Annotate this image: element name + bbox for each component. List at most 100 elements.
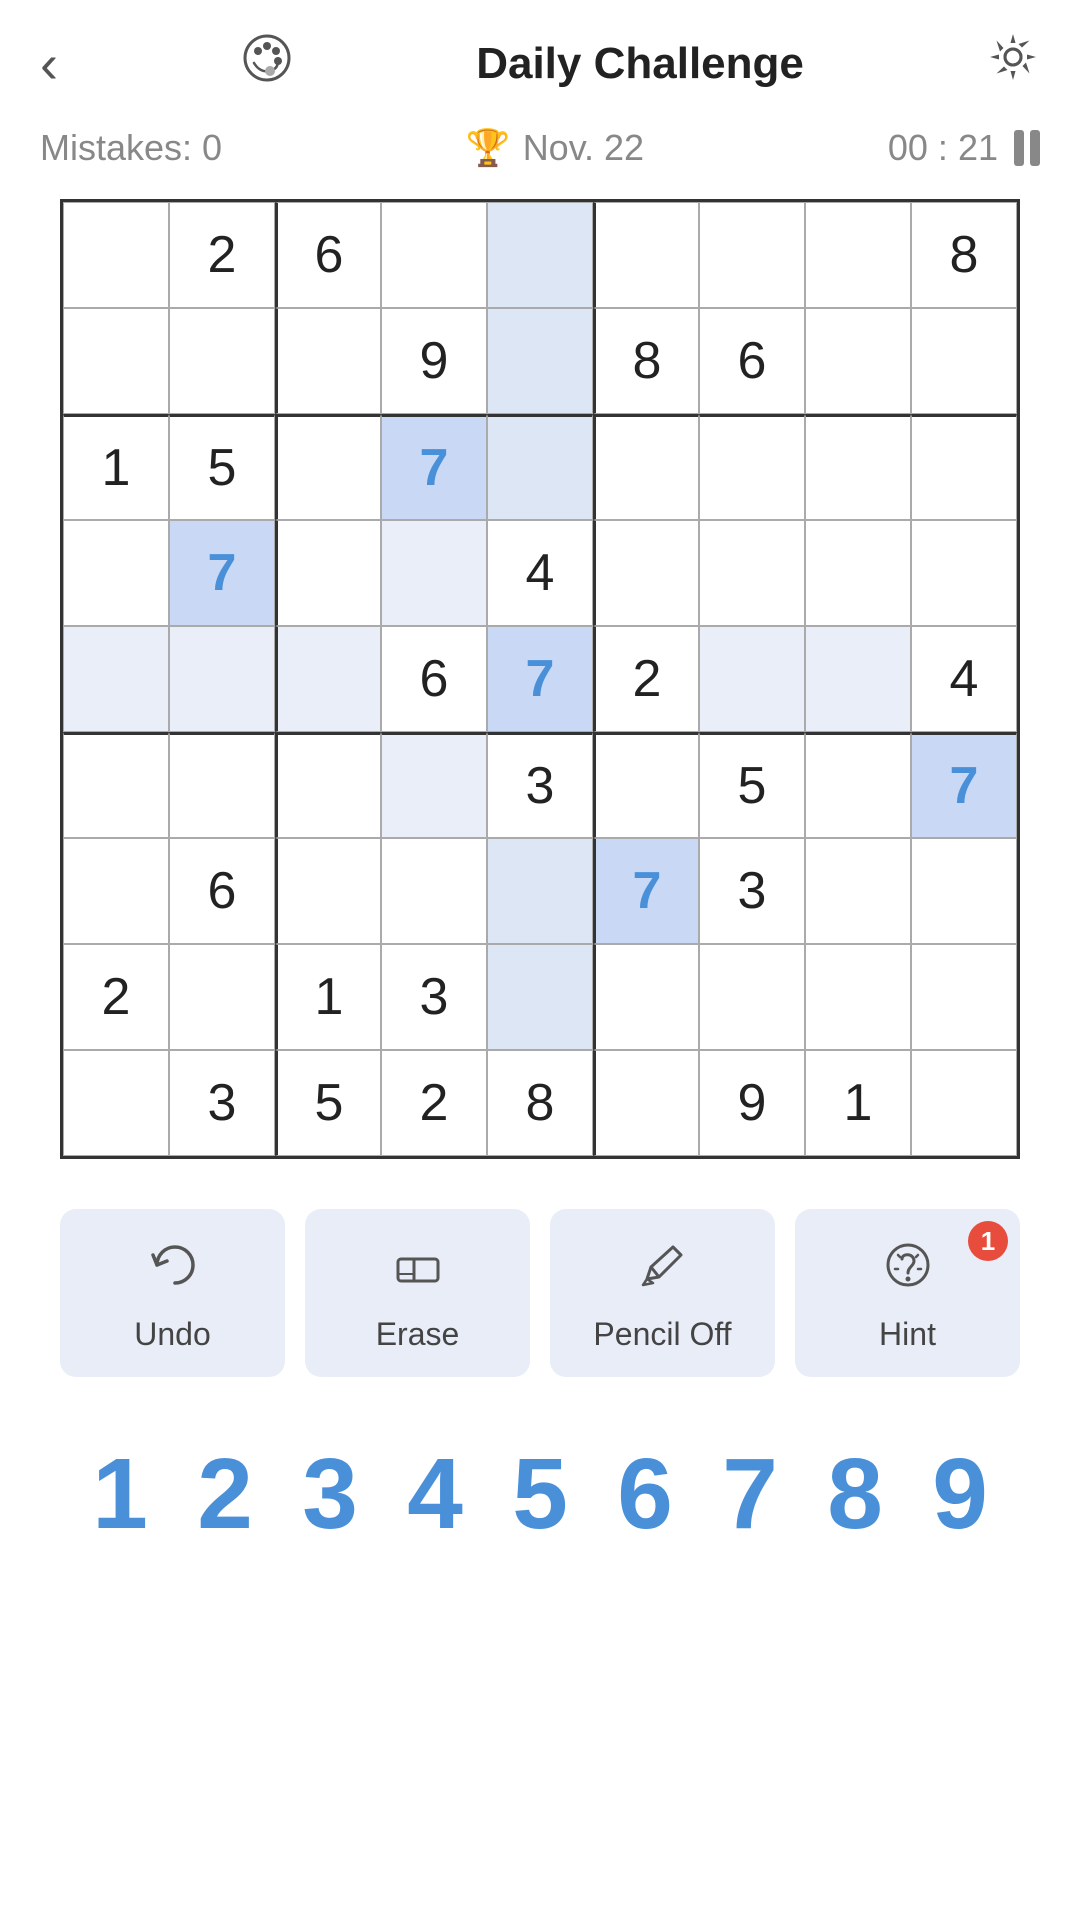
number-7-button[interactable]: 7 [700, 1437, 800, 1552]
cell[interactable] [487, 414, 593, 520]
cell[interactable] [381, 520, 487, 626]
cell[interactable] [593, 1050, 699, 1156]
cell[interactable] [911, 520, 1017, 626]
cell[interactable] [275, 838, 381, 944]
undo-button[interactable]: Undo [60, 1209, 285, 1377]
cell[interactable]: 9 [699, 1050, 805, 1156]
cell[interactable] [699, 414, 805, 520]
cell[interactable]: 6 [169, 838, 275, 944]
cell[interactable] [381, 202, 487, 308]
cell[interactable]: 9 [381, 308, 487, 414]
pause-button[interactable] [1014, 130, 1040, 166]
cell[interactable] [63, 626, 169, 732]
cell[interactable] [699, 202, 805, 308]
number-5-button[interactable]: 5 [490, 1437, 590, 1552]
cell[interactable] [275, 520, 381, 626]
date-label: Nov. 22 [523, 127, 644, 169]
cell[interactable] [381, 732, 487, 838]
cell[interactable] [63, 520, 169, 626]
cell[interactable] [487, 944, 593, 1050]
cell[interactable]: 6 [275, 202, 381, 308]
erase-button[interactable]: Erase [305, 1209, 530, 1377]
cell[interactable] [911, 308, 1017, 414]
cell[interactable]: 7 [487, 626, 593, 732]
cell[interactable] [169, 308, 275, 414]
cell[interactable]: 2 [169, 202, 275, 308]
cell[interactable] [63, 308, 169, 414]
cell[interactable] [487, 308, 593, 414]
cell[interactable]: 3 [699, 838, 805, 944]
cell[interactable] [275, 414, 381, 520]
cell[interactable] [63, 1050, 169, 1156]
cell[interactable] [805, 414, 911, 520]
cell[interactable]: 5 [169, 414, 275, 520]
number-1-button[interactable]: 1 [70, 1437, 170, 1552]
cell[interactable] [805, 308, 911, 414]
cell[interactable]: 8 [487, 1050, 593, 1156]
cell[interactable]: 7 [169, 520, 275, 626]
cell[interactable] [805, 520, 911, 626]
cell[interactable] [381, 838, 487, 944]
cell[interactable]: 7 [911, 732, 1017, 838]
cell[interactable]: 1 [805, 1050, 911, 1156]
cell[interactable] [805, 202, 911, 308]
cell[interactable] [593, 944, 699, 1050]
number-2-button[interactable]: 2 [175, 1437, 275, 1552]
back-button[interactable]: ‹ [40, 33, 58, 95]
cell[interactable]: 6 [381, 626, 487, 732]
cell[interactable]: 5 [275, 1050, 381, 1156]
cell[interactable] [699, 944, 805, 1050]
cell[interactable]: 7 [593, 838, 699, 944]
cell[interactable] [169, 944, 275, 1050]
pencil-button[interactable]: Pencil Off [550, 1209, 775, 1377]
cell[interactable]: 7 [381, 414, 487, 520]
settings-icon[interactable] [986, 30, 1040, 97]
palette-icon[interactable] [240, 31, 294, 97]
cell[interactable] [593, 414, 699, 520]
cell[interactable]: 6 [699, 308, 805, 414]
cell[interactable] [699, 520, 805, 626]
hint-button[interactable]: 1 Hint [795, 1209, 1020, 1377]
cell[interactable] [169, 732, 275, 838]
cell[interactable]: 2 [593, 626, 699, 732]
cell[interactable]: 2 [381, 1050, 487, 1156]
cell[interactable] [487, 838, 593, 944]
cell[interactable]: 3 [169, 1050, 275, 1156]
cell[interactable]: 5 [699, 732, 805, 838]
cell[interactable] [169, 626, 275, 732]
cell[interactable] [911, 944, 1017, 1050]
cell[interactable]: 8 [593, 308, 699, 414]
number-8-button[interactable]: 8 [805, 1437, 905, 1552]
cell[interactable] [63, 732, 169, 838]
cell[interactable] [63, 838, 169, 944]
cell[interactable]: 1 [63, 414, 169, 520]
cell[interactable] [911, 414, 1017, 520]
cell[interactable] [275, 626, 381, 732]
cell[interactable]: 4 [911, 626, 1017, 732]
cell[interactable] [805, 626, 911, 732]
cell[interactable] [699, 626, 805, 732]
cell[interactable]: 3 [381, 944, 487, 1050]
cell[interactable] [593, 202, 699, 308]
cell[interactable] [805, 944, 911, 1050]
cell[interactable] [63, 202, 169, 308]
cell[interactable] [593, 520, 699, 626]
cell[interactable]: 3 [487, 732, 593, 838]
number-6-button[interactable]: 6 [595, 1437, 695, 1552]
cell[interactable]: 1 [275, 944, 381, 1050]
cell[interactable]: 8 [911, 202, 1017, 308]
cell[interactable] [275, 732, 381, 838]
cell[interactable] [275, 308, 381, 414]
cell[interactable]: 4 [487, 520, 593, 626]
number-9-button[interactable]: 9 [910, 1437, 1010, 1552]
cell[interactable] [593, 732, 699, 838]
number-3-button[interactable]: 3 [280, 1437, 380, 1552]
number-4-button[interactable]: 4 [385, 1437, 485, 1552]
cell[interactable] [911, 1050, 1017, 1156]
cell[interactable] [805, 732, 911, 838]
cell[interactable] [911, 838, 1017, 944]
trophy-icon: 🏆 [466, 127, 511, 169]
cell[interactable]: 2 [63, 944, 169, 1050]
cell[interactable] [805, 838, 911, 944]
cell[interactable] [487, 202, 593, 308]
